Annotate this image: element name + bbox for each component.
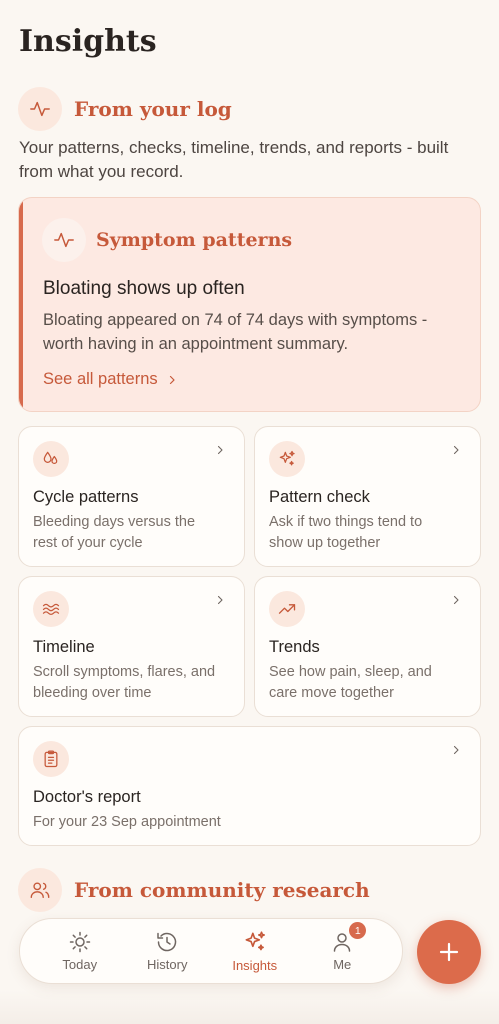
doctors-report-tile[interactable]: Doctor's report For your 23 Sep appointm… [18, 726, 481, 846]
activity-icon [18, 87, 62, 131]
add-entry-button[interactable] [417, 920, 481, 984]
chevron-right-icon [217, 595, 223, 605]
community-research-header: From community research [18, 868, 370, 912]
page-title: Insights [19, 24, 157, 59]
insight-headline: Bloating shows up often [43, 278, 245, 299]
nav-history[interactable]: History [129, 930, 205, 972]
trend-up-icon [269, 591, 305, 627]
symptom-patterns-header: Symptom patterns [42, 218, 292, 262]
symptom-patterns-title: Symptom patterns [96, 229, 293, 251]
chevron-right-icon [453, 445, 459, 455]
nav-label: Today [62, 957, 98, 972]
card-accent-bar [19, 198, 23, 411]
activity-icon [42, 218, 86, 262]
chevron-right-icon [453, 595, 459, 605]
nav-label: History [147, 957, 188, 972]
from-log-description: Your patterns, checks, timeline, trends,… [19, 138, 449, 181]
tile-title: Doctor's report [33, 788, 141, 806]
chevron-right-icon [453, 745, 459, 755]
sun-icon [69, 931, 90, 953]
chevron-right-icon [217, 445, 223, 455]
nav-label: Me [333, 957, 352, 972]
clipboard-icon [33, 741, 69, 777]
tile-description: Bleeding days versus the rest of your cy… [33, 514, 196, 551]
from-log-header: From your log [18, 87, 232, 131]
nav-insights[interactable]: Insights [217, 929, 293, 973]
bottom-fade [0, 990, 499, 1024]
insight-body: Bloating appeared on 74 of 74 days with … [43, 311, 428, 353]
tile-description: Scroll symptoms, flares, and bleeding ov… [33, 664, 216, 701]
users-icon [18, 868, 62, 912]
nav-today[interactable]: Today [42, 930, 118, 972]
tile-title: Cycle patterns [33, 488, 139, 506]
cycle-patterns-tile[interactable]: Cycle patterns Bleeding days versus the … [18, 426, 245, 567]
trends-tile[interactable]: Trends See how pain, sleep, and care mov… [254, 576, 481, 717]
tile-title: Pattern check [269, 488, 370, 506]
tile-title: Trends [269, 638, 320, 656]
sparkles-icon [269, 441, 305, 477]
timeline-tile[interactable]: Timeline Scroll symptoms, flares, and bl… [18, 576, 245, 717]
tile-description: Ask if two things tend to show up togeth… [269, 514, 423, 551]
from-log-title: From your log [74, 97, 232, 121]
sparkles-icon [245, 931, 265, 951]
history-icon [157, 932, 177, 952]
chevron-right-icon [169, 375, 175, 384]
waves-icon [33, 591, 69, 627]
plus-icon [439, 942, 459, 962]
nav-me[interactable]: 1 Me [304, 922, 380, 972]
see-all-patterns-link[interactable]: See all patterns [43, 370, 178, 389]
tile-description: For your 23 Sep appointment [33, 814, 221, 830]
bottom-nav: Today History Insights 1 Me [19, 918, 403, 984]
nav-label: Insights [232, 958, 278, 973]
symptom-patterns-card[interactable]: Symptom patterns Bloating shows up often… [18, 197, 481, 412]
tile-description: See how pain, sleep, and care move toget… [269, 664, 432, 701]
see-all-patterns-label: See all patterns [43, 370, 158, 388]
community-research-title: From community research [74, 878, 370, 902]
pattern-check-tile[interactable]: Pattern check Ask if two things tend to … [254, 426, 481, 567]
notification-badge: 1 [349, 922, 367, 939]
drops-icon [33, 441, 69, 477]
tile-title: Timeline [33, 638, 95, 656]
